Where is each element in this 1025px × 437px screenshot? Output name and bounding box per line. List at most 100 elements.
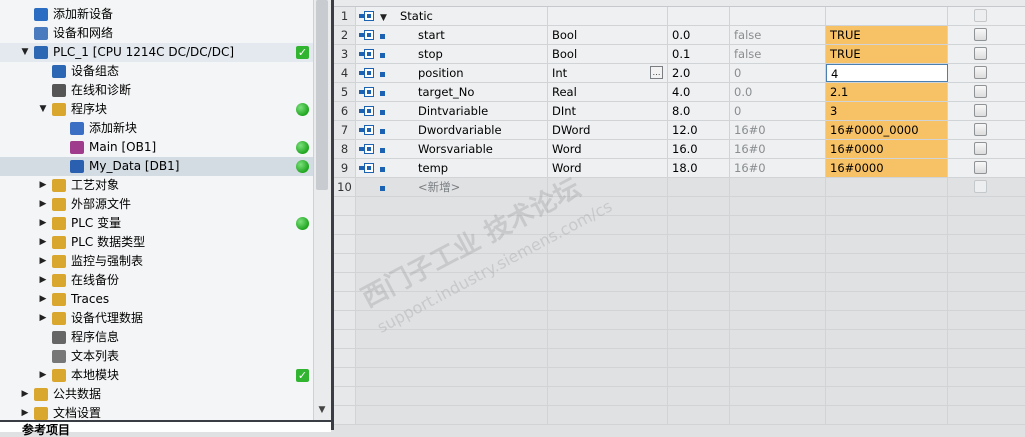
tree-item[interactable]: ▶ 监控与强制表 (0, 252, 314, 271)
tree-item[interactable]: ▶ PLC 变量 (0, 214, 314, 233)
tree-item[interactable]: ▶ 外部源文件 (0, 195, 314, 214)
retain-checkbox[interactable] (974, 180, 987, 193)
data-type[interactable]: Bool (548, 26, 668, 44)
table-row[interactable]: 5 target_No Real 4.0 0.0 2.1 (334, 83, 1025, 102)
variable-name[interactable]: Static (392, 7, 548, 25)
retain-cell[interactable] (948, 83, 1025, 101)
retain-checkbox[interactable] (974, 28, 987, 41)
tree-item[interactable]: ▶ Traces (0, 290, 314, 309)
start-value[interactable] (730, 178, 826, 196)
variable-name[interactable]: position (392, 64, 548, 82)
start-value[interactable]: 16#0 (730, 159, 826, 177)
data-type[interactable]: DInt (548, 102, 668, 120)
variable-name[interactable]: Worsvariable (392, 140, 548, 158)
tree-item[interactable]: ▶ 文档设置 (0, 404, 314, 420)
tree-scrollbar-thumb[interactable] (316, 0, 328, 190)
table-row[interactable]: 1 ▼ Static (334, 7, 1025, 26)
scroll-down-arrow-icon[interactable]: ▼ (316, 403, 328, 417)
tree-item[interactable]: 在线和诊断 (0, 81, 314, 100)
tree-item[interactable]: ▶ 工艺对象 (0, 176, 314, 195)
tree-item[interactable]: ▶ 本地模块 ✓ (0, 366, 314, 385)
start-value[interactable] (730, 7, 826, 25)
tree-item[interactable]: ▶ PLC 数据类型 (0, 233, 314, 252)
tree-item[interactable]: Main [OB1] (0, 138, 314, 157)
monitor-value[interactable]: TRUE (826, 45, 948, 63)
variable-name[interactable]: temp (392, 159, 548, 177)
retain-checkbox[interactable] (974, 161, 987, 174)
start-value[interactable]: 16#0 (730, 140, 826, 158)
collapse-arrow-icon[interactable]: ▶ (38, 233, 48, 252)
tree-item[interactable]: 程序信息 (0, 328, 314, 347)
monitor-value[interactable]: TRUE (826, 26, 948, 44)
variable-name[interactable]: <新增> (392, 178, 548, 196)
table-row[interactable]: 2 start Bool 0.0 false TRUE (334, 26, 1025, 45)
tree-item[interactable]: ▶ 公共数据 (0, 385, 314, 404)
tree-scrollbar[interactable]: ▼ (313, 0, 331, 420)
table-row[interactable]: 9 temp Word 18.0 16#0 16#0000 (334, 159, 1025, 178)
variable-name[interactable]: Dintvariable (392, 102, 548, 120)
table-row[interactable]: 10 <新增> (334, 178, 1025, 197)
monitor-value[interactable]: 16#0000_0000 (826, 121, 948, 139)
table-row[interactable]: 8 Worsvariable Word 16.0 16#0 16#0000 (334, 140, 1025, 159)
retain-cell[interactable] (948, 121, 1025, 139)
tree-item[interactable]: 设备组态 (0, 62, 314, 81)
data-type[interactable]: Word (548, 140, 668, 158)
monitor-value[interactable] (826, 178, 948, 196)
type-browse-button[interactable]: … (650, 66, 663, 79)
data-type[interactable]: Real (548, 83, 668, 101)
tree-item[interactable]: 添加新块 (0, 119, 314, 138)
tree-item[interactable]: ▼ PLC_1 [CPU 1214C DC/DC/DC] ✓ (0, 43, 314, 62)
collapse-arrow-icon[interactable]: ▶ (38, 290, 48, 309)
retain-cell[interactable] (948, 26, 1025, 44)
start-value[interactable]: 0 (730, 64, 826, 82)
tree-item[interactable]: 添加新设备 (0, 5, 314, 24)
retain-cell[interactable] (948, 140, 1025, 158)
retain-checkbox[interactable] (974, 66, 987, 79)
retain-cell[interactable] (948, 64, 1025, 82)
retain-cell[interactable] (948, 7, 1025, 25)
variable-name[interactable]: stop (392, 45, 548, 63)
retain-cell[interactable] (948, 102, 1025, 120)
retain-checkbox[interactable] (974, 123, 987, 136)
table-row[interactable]: 6 Dintvariable DInt 8.0 0 3 (334, 102, 1025, 121)
monitor-value[interactable]: 4 (826, 64, 948, 82)
variable-name[interactable]: Dwordvariable (392, 121, 548, 139)
expand-arrow-icon[interactable]: ▼ (380, 13, 387, 23)
start-value[interactable]: false (730, 45, 826, 63)
retain-checkbox[interactable] (974, 104, 987, 117)
expand-arrow-icon[interactable]: ▼ (38, 100, 48, 119)
data-type[interactable] (548, 7, 668, 25)
tree-item[interactable]: ▶ 在线备份 (0, 271, 314, 290)
collapse-arrow-icon[interactable]: ▶ (38, 309, 48, 328)
retain-cell[interactable] (948, 45, 1025, 63)
table-row[interactable]: 3 stop Bool 0.1 false TRUE (334, 45, 1025, 64)
collapse-arrow-icon[interactable]: ▶ (20, 404, 30, 420)
tree-item[interactable]: 文本列表 (0, 347, 314, 366)
data-type[interactable]: DWord (548, 121, 668, 139)
start-value[interactable]: 0.0 (730, 83, 826, 101)
collapse-arrow-icon[interactable]: ▶ (38, 176, 48, 195)
retain-checkbox[interactable] (974, 142, 987, 155)
retain-cell[interactable] (948, 178, 1025, 196)
variable-name[interactable]: target_No (392, 83, 548, 101)
retain-checkbox[interactable] (974, 47, 987, 60)
start-value[interactable]: false (730, 26, 826, 44)
retain-checkbox[interactable] (974, 85, 987, 98)
table-row[interactable]: 7 Dwordvariable DWord 12.0 16#0 16#0000_0000 (334, 121, 1025, 140)
data-type[interactable]: Int… (548, 64, 668, 82)
expand-arrow-icon[interactable]: ▼ (20, 43, 30, 62)
collapse-arrow-icon[interactable]: ▶ (38, 214, 48, 233)
monitor-value[interactable]: 2.1 (826, 83, 948, 101)
tree-item[interactable]: ▶ 设备代理数据 (0, 309, 314, 328)
start-value[interactable]: 16#0 (730, 121, 826, 139)
monitor-value[interactable]: 16#0000 (826, 159, 948, 177)
retain-cell[interactable] (948, 159, 1025, 177)
tree-item[interactable]: 设备和网络 (0, 24, 314, 43)
data-type[interactable]: Bool (548, 45, 668, 63)
tree-item[interactable]: ▼ 程序块 (0, 100, 314, 119)
monitor-value[interactable] (826, 7, 948, 25)
collapse-arrow-icon[interactable]: ▶ (38, 271, 48, 290)
start-value[interactable]: 0 (730, 102, 826, 120)
tree-item[interactable]: My_Data [DB1] (0, 157, 314, 176)
collapse-arrow-icon[interactable]: ▶ (38, 252, 48, 271)
